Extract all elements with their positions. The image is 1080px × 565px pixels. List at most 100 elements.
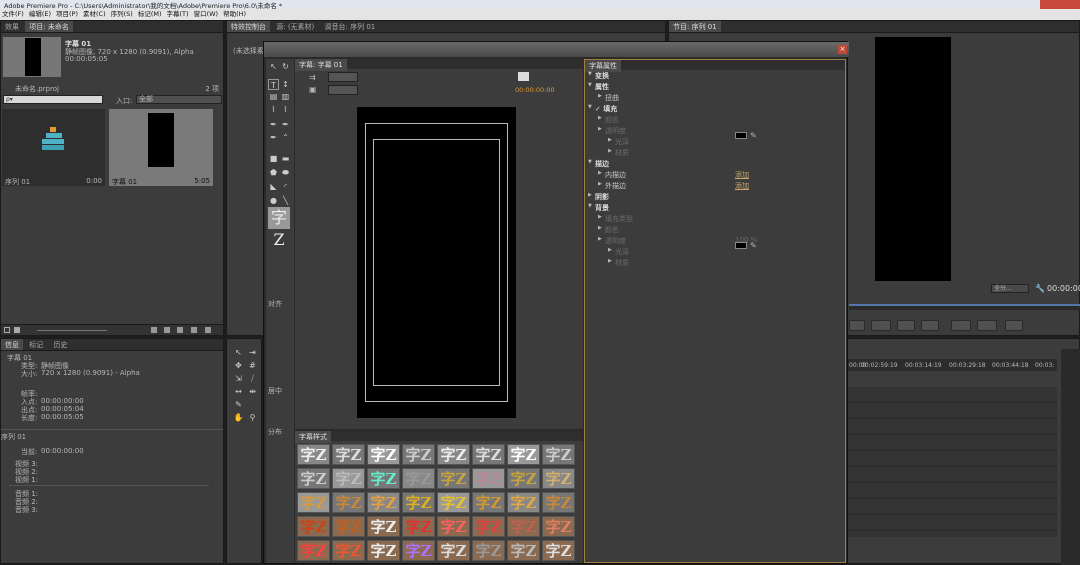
title-style-swatch[interactable]: 字Z (402, 468, 435, 489)
collapse-triangle-icon[interactable]: ▶ (598, 170, 602, 176)
property-row[interactable]: ▼ ✓ 填充 (585, 104, 845, 115)
title-style-swatch[interactable]: 字Z (472, 540, 505, 561)
step-back-button[interactable] (849, 320, 865, 331)
collapse-triangle-icon[interactable]: ▶ (608, 148, 612, 154)
line-tool-icon[interactable]: ╲ (280, 195, 291, 206)
path-type-tool-icon[interactable]: ⌇ (268, 104, 279, 115)
collapse-triangle-icon[interactable]: ▶ (608, 247, 612, 253)
title-style-swatch[interactable]: 字Z (507, 516, 540, 537)
search-input[interactable]: ρ▾ (3, 95, 103, 104)
menu-item[interactable]: 项目(P) (56, 10, 78, 18)
title-style-swatch[interactable]: 字Z (542, 540, 575, 561)
vertical-area-type-icon[interactable]: ▥ (280, 91, 291, 102)
property-row[interactable]: ▶ 扭曲 (585, 93, 845, 104)
collapse-triangle-icon[interactable]: ▶ (598, 93, 602, 99)
property-row[interactable]: ▶ 外描边 添加 (585, 181, 845, 192)
collapse-triangle-icon[interactable]: ▶ (588, 192, 592, 198)
menu-item[interactable]: 字幕(T) (167, 10, 189, 18)
slide-tool-icon[interactable]: ⇹ (247, 386, 258, 397)
title-style-swatch[interactable]: 字Z (507, 444, 540, 465)
step-forward-button[interactable] (897, 320, 915, 331)
property-row[interactable]: ▶ 填充类型 (585, 214, 845, 225)
delete-icon[interactable] (205, 327, 211, 333)
tab-history[interactable]: 历史 (49, 339, 71, 350)
tab-program[interactable]: 节目: 序列 01 (669, 21, 721, 32)
tab-title[interactable]: 字幕: 字幕 01 (295, 59, 347, 71)
add-stroke-link[interactable]: 添加 (735, 170, 749, 180)
collapse-triangle-icon[interactable]: ▶ (598, 115, 602, 121)
add-anchor-icon[interactable]: ✒ (268, 132, 279, 143)
rectangle-tool-icon[interactable]: ■ (268, 153, 279, 164)
program-scrub-bar[interactable] (849, 304, 1080, 310)
menu-item[interactable]: 标记(M) (138, 10, 162, 18)
rate-tool-icon[interactable]: ⇲ (233, 373, 244, 384)
title-style-swatch[interactable]: 字Z (402, 492, 435, 513)
property-row[interactable]: ▼ 变换 (585, 71, 845, 82)
property-row[interactable]: ▼ 描边 (585, 159, 845, 170)
title-style-swatch[interactable]: 字Z (367, 492, 400, 513)
title-style-swatch[interactable]: 字Z (437, 444, 470, 465)
collapse-triangle-icon[interactable]: ▶ (608, 137, 612, 143)
play-button[interactable] (871, 320, 891, 331)
property-row[interactable]: ▶ 颜色 (585, 225, 845, 236)
rotate-tool-icon[interactable]: ↻ (280, 61, 291, 72)
title-style-swatch[interactable]: 字Z (297, 444, 330, 465)
title-style-swatch[interactable]: 字Z (297, 468, 330, 489)
collapse-triangle-icon[interactable]: ▶ (608, 258, 612, 264)
delete-anchor-icon[interactable]: ✒ (280, 119, 291, 130)
title-style-swatch[interactable]: 字Z (472, 516, 505, 537)
rounded-rect-tool-icon[interactable]: ▬ (280, 153, 291, 164)
icon-view-icon[interactable] (14, 327, 20, 333)
property-row[interactable]: ▼ 属性 (585, 82, 845, 93)
track-select-tool-icon[interactable]: ⇥ (247, 347, 258, 358)
collapse-triangle-icon[interactable]: ▶ (598, 214, 602, 220)
rolling-tool-icon[interactable]: # (247, 360, 258, 371)
ripple-tool-icon[interactable]: ✥ (233, 360, 244, 371)
title-style-swatch[interactable]: 字Z (332, 468, 365, 489)
title-style-swatch[interactable]: 字Z (472, 492, 505, 513)
tab-source[interactable]: 源: (无素材) (272, 21, 318, 32)
selection-tool-icon[interactable]: ↖ (268, 61, 279, 72)
title-style-swatch[interactable]: 字Z (507, 492, 540, 513)
property-row[interactable]: ▶ 透明度 (585, 126, 845, 137)
window-controls[interactable] (1040, 0, 1080, 9)
find-icon[interactable] (164, 327, 170, 333)
tab-markers[interactable]: 标记 (25, 339, 47, 350)
collapse-triangle-icon[interactable]: ▶ (598, 236, 602, 242)
convert-anchor-icon[interactable]: ⌃ (280, 132, 291, 143)
titler-timecode[interactable]: 00:00:00:00 (515, 86, 555, 94)
title-style-swatch[interactable]: 字Z (402, 540, 435, 561)
title-style-swatch[interactable]: 字Z (367, 444, 400, 465)
property-row[interactable]: ▼ 背景 (585, 203, 845, 214)
collapse-triangle-icon[interactable]: ▶ (598, 181, 602, 187)
title-style-swatch[interactable]: 字Z (507, 540, 540, 561)
title-style-swatch[interactable]: 字Z (332, 516, 365, 537)
menu-item[interactable]: 帮助(H) (223, 10, 246, 18)
list-view-icon[interactable] (4, 327, 10, 333)
zoom-select[interactable]: 全分... (991, 284, 1029, 293)
property-row[interactable]: ▶ 光泽 (585, 247, 845, 258)
title-style-swatch[interactable]: 字Z (542, 468, 575, 489)
title-style-swatch[interactable]: 字Z (367, 468, 400, 489)
title-style-swatch[interactable]: 字Z (437, 516, 470, 537)
project-item-sequence[interactable]: 序列 01 0:00 (2, 109, 105, 186)
expand-triangle-icon[interactable]: ▼ (588, 203, 592, 209)
zoom-tool-icon[interactable]: ⚲ (247, 412, 258, 423)
collapse-triangle-icon[interactable]: ▶ (598, 126, 602, 132)
collapse-triangle-icon[interactable]: ▶ (598, 225, 602, 231)
title-style-swatch[interactable]: 字Z (472, 468, 505, 489)
menu-item[interactable]: 序列(S) (111, 10, 133, 18)
title-style-swatch[interactable]: 字Z (402, 516, 435, 537)
expand-triangle-icon[interactable]: ▼ (588, 71, 592, 77)
selection-tool-icon[interactable]: ↖ (233, 347, 244, 358)
project-item-title[interactable]: 字幕 01 5:05 (109, 109, 213, 186)
title-style-swatch[interactable]: 字Z (542, 444, 575, 465)
title-style-swatch[interactable]: 字Z (507, 468, 540, 489)
lift-button[interactable] (951, 320, 971, 331)
timeline-tracks[interactable] (847, 387, 1057, 537)
area-type-tool-icon[interactable]: ▤ (268, 91, 279, 102)
close-icon[interactable]: × (838, 45, 847, 54)
property-row[interactable]: ▶ 材质 (585, 258, 845, 269)
expand-triangle-icon[interactable]: ▼ (588, 82, 592, 88)
tab-info[interactable]: 信息 (1, 339, 23, 350)
